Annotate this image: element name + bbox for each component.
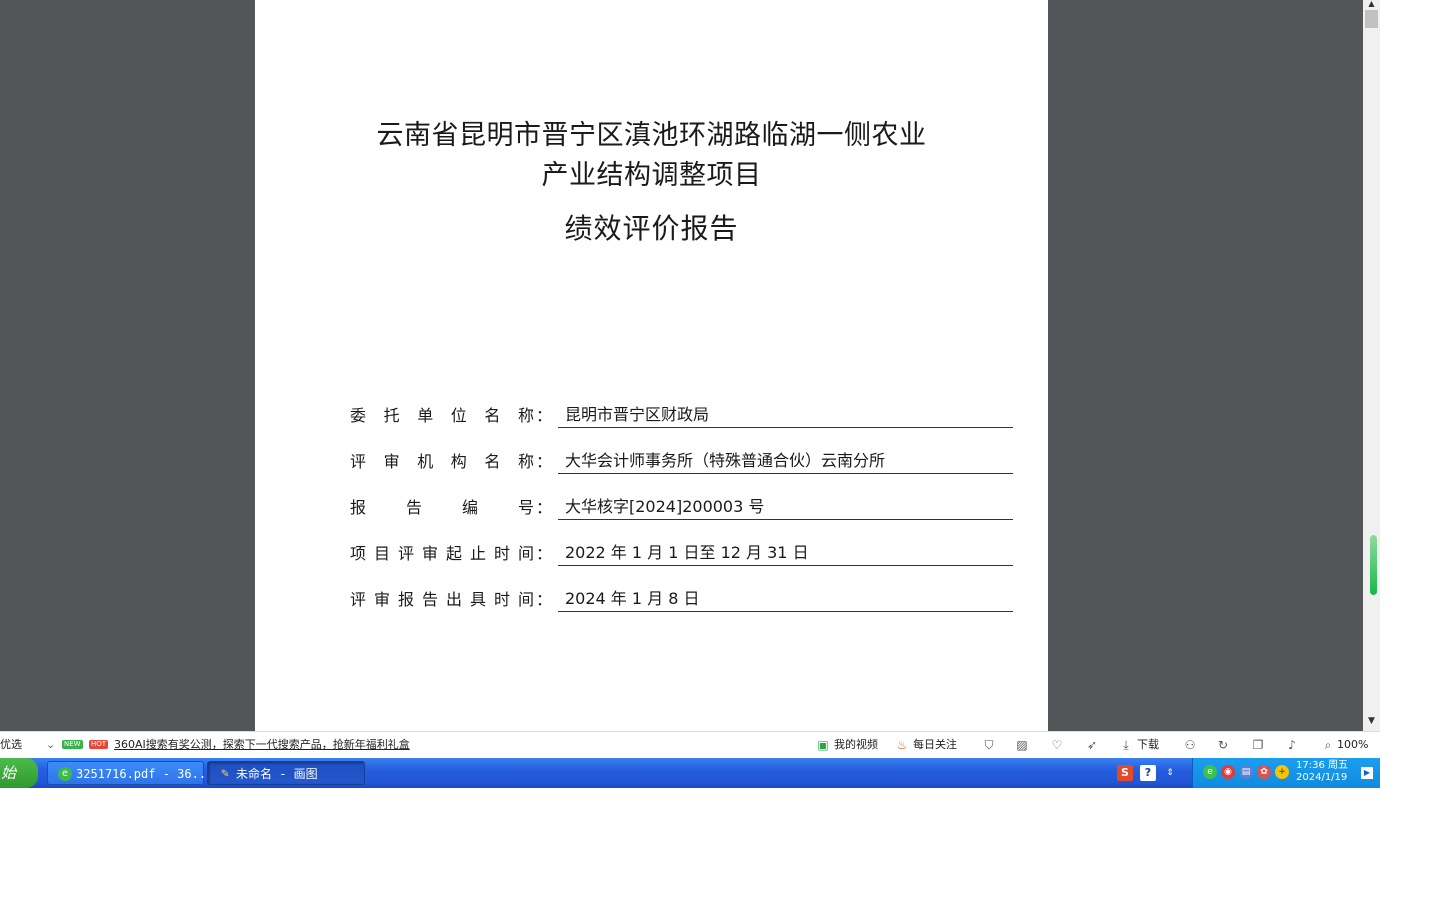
field-value: 2024 年 1 月 8 日 — [565, 589, 700, 608]
download-link[interactable]: 下载 — [1137, 738, 1159, 752]
taskbar-item-paint[interactable]: ✎ 未命名 - 画图 — [207, 761, 365, 785]
status-left-text[interactable]: 优选 — [0, 738, 22, 752]
field-colon: ： — [536, 452, 553, 471]
field-value: 昆明市晋宁区财政局 — [565, 405, 710, 424]
field-label: 委托单位名称 — [350, 406, 536, 425]
glasses-icon[interactable]: ⚇ — [1182, 737, 1198, 753]
field-colon: ： — [536, 590, 553, 609]
scroll-thumb[interactable] — [1365, 10, 1378, 28]
field-value: 大华核字[2024]200003 号 — [565, 497, 765, 516]
refresh-icon[interactable]: ↻ — [1215, 737, 1231, 753]
heart-icon[interactable]: ♡ — [1049, 737, 1065, 753]
browser-status-bar: 优选 ⌄ NEW HOT 360AI搜索有奖公测，探索下一代搜索产品，抢新年福利… — [0, 731, 1380, 758]
blank-area — [1380, 0, 1440, 900]
field-label: 评审机构名称 — [350, 452, 536, 471]
network-tray-icon[interactable]: ▤ — [1239, 765, 1253, 779]
scroll-down-arrow-icon[interactable]: ▼ — [1363, 715, 1380, 727]
browser-360-icon: e — [58, 767, 72, 781]
field-label: 项目评审起止时间 — [350, 544, 536, 563]
report-title-line3: 绩效评价报告 — [564, 212, 739, 245]
paint-icon: ✎ — [221, 766, 229, 781]
field-underline — [558, 519, 1013, 520]
field-underline — [558, 427, 1013, 428]
field-colon: ： — [536, 406, 553, 425]
new-badge: NEW — [62, 740, 83, 749]
browser-tray-icon[interactable]: e — [1203, 765, 1217, 779]
system-tray: e ◉ ▤ ✿ + 17:36 周五 2024/1/19 ▶ — [1192, 758, 1380, 788]
start-button[interactable]: 始 — [0, 758, 38, 788]
my-video-link[interactable]: 我的视频 — [834, 738, 878, 752]
zoom-icon[interactable]: ⌕ — [1320, 737, 1336, 753]
taskbar: 始 e 3251716.pdf - 36... ✎ 未命名 - 画图 S ? ⇕… — [0, 758, 1380, 788]
daily-follow-link[interactable]: 每日关注 — [913, 738, 957, 752]
field-row-issue-date: 评审报告出具时间 ： 2024 年 1 月 8 日 — [350, 580, 1013, 620]
sogou-ime-icon[interactable]: S — [1117, 765, 1133, 781]
field-row-review-period: 项目评审起止时间 ： 2022 年 1 月 1 日至 12 月 31 日 — [350, 534, 1013, 574]
help-icon[interactable]: ? — [1140, 765, 1156, 781]
image-icon[interactable]: ▨ — [1014, 737, 1030, 753]
fire-icon[interactable]: ♨ — [894, 737, 910, 753]
security-tray-icon[interactable]: ◉ — [1221, 765, 1235, 779]
screen: 云南省昆明市晋宁区滇池环湖路临湖一侧农业 产业结构调整项目 绩效评价报告 委托单… — [0, 0, 1440, 900]
show-desktop-icon[interactable]: ▶ — [1361, 767, 1373, 779]
field-underline — [558, 611, 1013, 612]
news-ticker-link[interactable]: 360AI搜索有奖公测，探索下一代搜索产品，抢新年福利礼盒 — [114, 738, 410, 752]
pdf-page: 云南省昆明市晋宁区滇池环湖路临湖一侧农业 产业结构调整项目 绩效评价报告 委托单… — [255, 0, 1048, 731]
field-row-report-number: 报告编号 ： 大华核字[2024]200003 号 — [350, 488, 1013, 528]
report-title-line2: 产业结构调整项目 — [541, 160, 762, 191]
floating-side-tab[interactable] — [1370, 535, 1377, 595]
vertical-scrollbar[interactable]: ▲ ▼ — [1363, 0, 1380, 731]
taskbar-item-label: 未命名 - 画图 — [236, 767, 318, 781]
field-row-reviewer: 评审机构名称 ： 大华会计师事务所（特殊普通合伙）云南分所 — [350, 442, 1013, 482]
app-tray-icon[interactable]: ✿ — [1257, 765, 1271, 779]
clock-date[interactable]: 2024/1/19 — [1296, 772, 1347, 784]
field-colon: ： — [536, 498, 553, 517]
taskbar-item-label: 3251716.pdf - 36... — [76, 767, 214, 781]
field-value: 2022 年 1 月 1 日至 12 月 31 日 — [565, 543, 809, 562]
download-icon[interactable]: ⤓ — [1118, 737, 1134, 753]
pdf-viewer[interactable]: 云南省昆明市晋宁区滇池环湖路临湖一侧农业 产业结构调整项目 绩效评价报告 委托单… — [0, 0, 1363, 731]
field-label: 评审报告出具时间 — [350, 590, 536, 609]
field-colon: ： — [536, 544, 553, 563]
hot-badge: HOT — [89, 740, 109, 749]
field-row-client: 委托单位名称 ： 昆明市晋宁区财政局 — [350, 396, 1013, 436]
chevron-down-icon[interactable]: ⌄ — [46, 738, 55, 752]
clock-time[interactable]: 17:36 周五 — [1296, 760, 1348, 772]
zoom-level[interactable]: 100% — [1337, 738, 1368, 752]
field-value: 大华会计师事务所（特殊普通合伙）云南分所 — [565, 451, 886, 470]
window-icon[interactable]: ❐ — [1250, 737, 1266, 753]
rocket-icon[interactable]: ➶ — [1084, 737, 1100, 753]
field-underline — [558, 565, 1013, 566]
shield-icon[interactable]: ⛉ — [981, 737, 997, 753]
scroll-up-arrow-icon[interactable]: ▲ — [1363, 0, 1380, 8]
field-underline — [558, 473, 1013, 474]
taskbar-item-browser[interactable]: e 3251716.pdf - 36... — [47, 761, 213, 785]
field-label: 报告编号 — [350, 498, 536, 517]
sound-icon[interactable]: ♪ — [1284, 737, 1300, 753]
report-title-line1: 云南省昆明市晋宁区滇池环湖路临湖一侧农业 — [376, 120, 927, 151]
play-icon[interactable]: ▣ — [815, 737, 831, 753]
plus-tray-icon[interactable]: + — [1275, 765, 1289, 779]
tray-expand-icon[interactable]: ⇕ — [1162, 765, 1178, 781]
